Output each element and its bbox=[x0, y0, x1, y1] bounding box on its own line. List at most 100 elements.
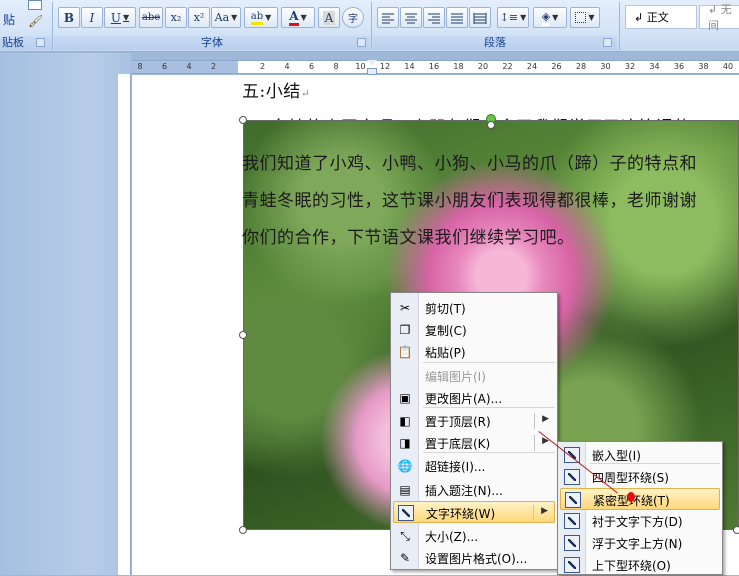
wrap-option-item[interactable]: 浮于文字上方(N) bbox=[560, 532, 720, 554]
resize-handle-tl[interactable] bbox=[239, 116, 247, 124]
paste-icon: 📋 bbox=[397, 345, 413, 359]
resize-handle-tm[interactable] bbox=[487, 121, 495, 129]
ruler-tick-label: 8 bbox=[333, 62, 339, 71]
align-left-button[interactable] bbox=[377, 7, 399, 28]
style-normal[interactable]: ↲ 正文 bbox=[625, 5, 697, 29]
first-line-indent-marker[interactable] bbox=[367, 60, 377, 66]
horizontal-ruler[interactable]: 8 6 4 2 2 4 6 8 10 12 14 16 18 20 22 24 26 28 30 32 34 36 38 40 bbox=[131, 60, 739, 75]
line-spacing-icon: ↕≡ bbox=[499, 11, 519, 24]
ruler-tick-label: 4 bbox=[186, 62, 192, 71]
context-menu-item-label: 复制(C) bbox=[425, 324, 467, 338]
paragraph-dialog-launcher[interactable] bbox=[603, 38, 612, 47]
wrap-option-icon bbox=[565, 492, 581, 508]
context-menu-item-label: 超链接(I)... bbox=[425, 460, 486, 474]
borders-icon bbox=[575, 12, 587, 23]
superscript-button[interactable]: x² bbox=[188, 7, 210, 28]
context-menu-item[interactable]: ▤ 插入题注(N)... bbox=[393, 479, 555, 501]
line-spacing-button[interactable]: ↕≡ ▼ bbox=[497, 7, 529, 28]
paste-button[interactable]: 贴 bbox=[0, 4, 18, 34]
context-menu-item[interactable]: 🌐 超链接(I)... bbox=[393, 455, 555, 477]
group-separator bbox=[52, 2, 53, 50]
vertical-ruler[interactable] bbox=[118, 74, 131, 575]
clipboard-dialog-launcher[interactable] bbox=[36, 38, 45, 47]
paragraph-mark: ↵ bbox=[300, 87, 311, 100]
chevron-down-icon: ▼ bbox=[520, 13, 527, 22]
character-shading-button[interactable]: A bbox=[318, 7, 340, 28]
context-menu-item-label: 更改图片(A)... bbox=[425, 392, 503, 406]
context-menu-item[interactable]: ◧ 置于顶层(R) ▶ bbox=[393, 410, 555, 432]
format-picture-icon: ✎ bbox=[399, 551, 411, 565]
ruler-tick-label: 2 bbox=[259, 62, 266, 71]
ruler-tick-label: 34 bbox=[649, 62, 660, 71]
group-separator bbox=[371, 2, 372, 50]
context-menu-item[interactable]: ✂ 剪切(T) bbox=[393, 297, 555, 319]
wrap-option-icon bbox=[564, 513, 580, 529]
ruler-tick-label: 20 bbox=[477, 62, 489, 71]
paste-label: 贴 bbox=[2, 12, 15, 27]
ruler-tick-label: 14 bbox=[404, 62, 415, 71]
wrap-option-item[interactable]: 紧密型环绕(T) bbox=[560, 488, 720, 510]
ruler-tick-label: 30 bbox=[600, 62, 611, 71]
submenu-arrow-icon: ▶ bbox=[542, 414, 549, 424]
resize-handle-bl[interactable] bbox=[239, 526, 247, 534]
ruler-tick-label: 8 bbox=[137, 62, 143, 71]
enclose-characters-button[interactable]: 字 bbox=[342, 7, 364, 28]
italic-button[interactable]: I bbox=[81, 7, 103, 28]
left-indent-marker[interactable] bbox=[367, 68, 377, 75]
wrap-option-item[interactable]: 衬于文字下方(D) bbox=[560, 510, 720, 532]
context-menu-item-label: 插入题注(N)... bbox=[425, 484, 503, 498]
change-case-button[interactable]: Aa ▼ bbox=[211, 7, 241, 28]
distributed-button[interactable] bbox=[469, 7, 491, 28]
style-no-spacing[interactable]: ↲ 无间 bbox=[699, 3, 739, 32]
context-menu-item[interactable]: ❐ 复制(C) bbox=[393, 319, 555, 341]
change-picture-icon: ▣ bbox=[399, 391, 411, 405]
ruler-tick-label: 32 bbox=[624, 62, 636, 71]
context-menu-item[interactable]: 文字环绕(W) ▶ bbox=[393, 501, 555, 523]
context-menu-item-label: 置于顶层(R) bbox=[425, 415, 491, 429]
wrap-option-icon bbox=[564, 557, 580, 573]
chevron-down-icon: ▼ bbox=[300, 13, 307, 22]
format-painter-icon[interactable]: 🖌 bbox=[28, 14, 43, 30]
align-right-button[interactable] bbox=[423, 7, 445, 28]
context-menu-item-label: 剪切(T) bbox=[425, 302, 466, 316]
send-back-icon: ◨ bbox=[399, 436, 411, 450]
highlight-button[interactable]: ab ▼ bbox=[244, 7, 278, 28]
bring-front-icon: ◧ bbox=[399, 414, 411, 428]
subscript-button[interactable]: x₂ bbox=[165, 7, 187, 28]
context-menu-item[interactable]: ⤡ 大小(Z)... bbox=[393, 525, 555, 547]
context-menu-item[interactable]: ◨ 置于底层(K) ▶ bbox=[393, 432, 555, 454]
scissors-icon: ✂ bbox=[399, 301, 411, 315]
text-wrap-icon bbox=[398, 505, 414, 521]
context-menu-item[interactable]: ✎ 设置图片格式(O)... bbox=[393, 547, 555, 569]
font-dialog-launcher[interactable] bbox=[357, 38, 366, 47]
bold-button[interactable]: B bbox=[58, 7, 80, 28]
ruler-tick-label: 6 bbox=[308, 62, 315, 71]
resize-handle-br[interactable] bbox=[733, 526, 739, 534]
wrap-option-item[interactable]: 上下型环绕(O) bbox=[560, 554, 720, 576]
context-menu-item: 编辑图片(I) bbox=[393, 365, 555, 387]
underline-button[interactable]: U ▼ bbox=[104, 7, 136, 28]
justify-button[interactable] bbox=[446, 7, 468, 28]
ruler-tick-label: 4 bbox=[284, 62, 290, 71]
wrap-option-label: 嵌入型(I) bbox=[592, 449, 641, 463]
align-center-button[interactable] bbox=[400, 7, 422, 28]
resize-handle-ml[interactable] bbox=[239, 331, 247, 339]
wrap-option-icon bbox=[564, 535, 580, 551]
copy-icon[interactable] bbox=[28, 0, 42, 10]
borders-button[interactable]: ▼ bbox=[570, 7, 600, 28]
context-menu-item[interactable]: ▣ 更改图片(A)... bbox=[393, 387, 555, 409]
shading-button[interactable]: ◈ ▼ bbox=[533, 7, 567, 28]
context-menu-item-label: 大小(Z)... bbox=[425, 530, 479, 544]
ruler-tick-label: 40 bbox=[722, 62, 734, 71]
ruler-tick-label: 36 bbox=[673, 62, 685, 71]
wrap-option-item[interactable]: 四周型环绕(S) bbox=[560, 466, 720, 488]
justify-icon bbox=[451, 13, 463, 23]
context-menu-item-label: 文字环绕(W) bbox=[426, 507, 496, 521]
submenu-divider bbox=[534, 435, 535, 451]
context-menu-item[interactable]: 📋 粘贴(P) bbox=[393, 341, 555, 363]
font-color-button[interactable]: A ▼ bbox=[281, 7, 315, 28]
distributed-icon bbox=[473, 12, 487, 24]
copy-icon: ❐ bbox=[399, 323, 411, 337]
doc-heading: 五:小结↵ bbox=[242, 82, 311, 102]
strikethrough-button[interactable]: abe bbox=[139, 7, 163, 28]
